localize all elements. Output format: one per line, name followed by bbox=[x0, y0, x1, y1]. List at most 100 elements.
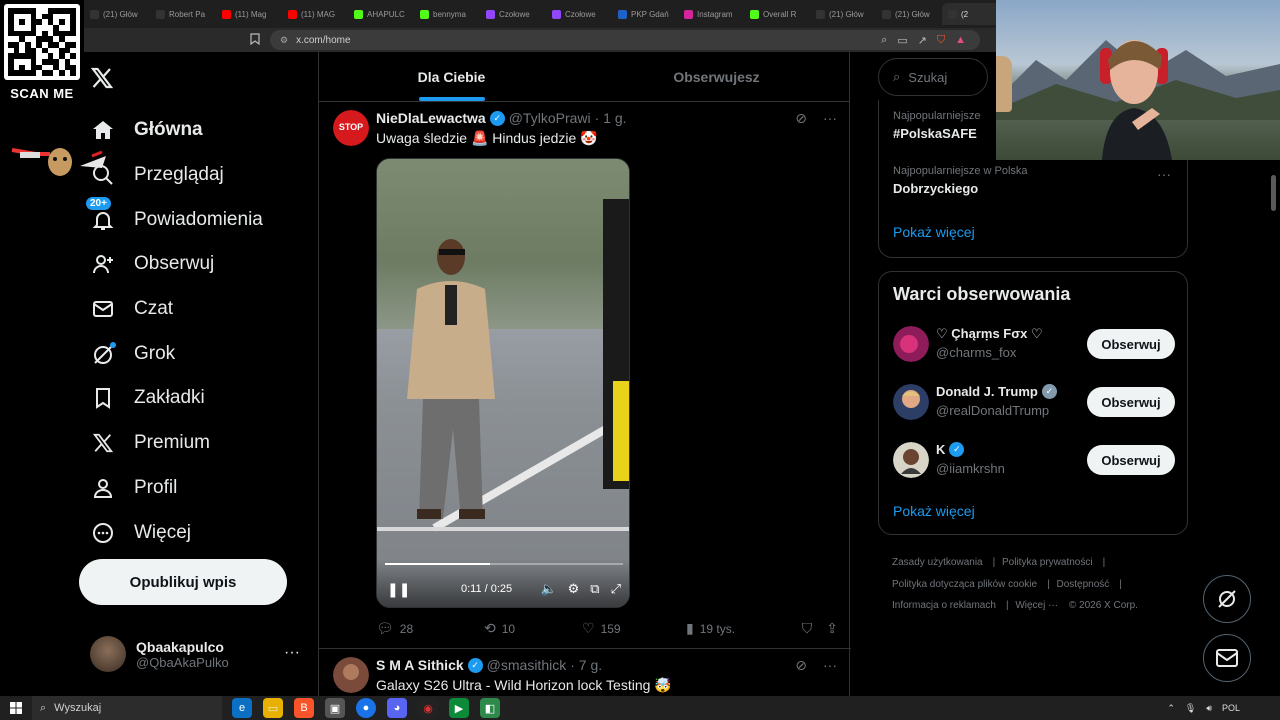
chevron-up-icon[interactable]: ⌃ bbox=[1167, 703, 1175, 714]
reply-button[interactable]: 💬︎ 28 bbox=[376, 620, 484, 637]
url-field[interactable]: ⚙ x.com/home ⌕ ▭ ↗ ⛉ ▲ bbox=[270, 30, 980, 50]
avatar[interactable] bbox=[893, 326, 929, 362]
follow-button[interactable]: Obserwuj bbox=[1087, 387, 1175, 417]
browser-tab[interactable]: (11) MAG bbox=[282, 3, 346, 25]
cast-icon[interactable]: ▭ bbox=[897, 34, 907, 47]
browser-tab[interactable]: (21) Głów bbox=[810, 3, 874, 25]
media-player-icon[interactable]: ▶ bbox=[449, 698, 469, 718]
tweet-time[interactable]: · 7 g. bbox=[570, 657, 602, 673]
more-icon[interactable]: ··· bbox=[823, 110, 837, 127]
sidebar-item-explore[interactable]: Przeglądaj bbox=[86, 153, 263, 198]
tweet-handle[interactable]: @TylkoPrawi bbox=[509, 110, 591, 126]
post-button[interactable]: Opublikuj wpis bbox=[79, 559, 287, 605]
bookmark-icon[interactable]: ⛉ bbox=[802, 620, 813, 637]
browser-tab[interactable]: Instagram bbox=[678, 3, 742, 25]
bookmark-icon[interactable] bbox=[250, 33, 260, 48]
scrollbar[interactable] bbox=[1271, 175, 1276, 211]
fullscreen-icon[interactable]: ⤢ bbox=[611, 581, 621, 597]
pip-icon[interactable]: ⧉ bbox=[590, 581, 599, 597]
avatar[interactable] bbox=[893, 442, 929, 478]
footer-link-ads[interactable]: Informacja o reklamach bbox=[892, 600, 996, 611]
tweet-handle[interactable]: @smasithick bbox=[487, 657, 567, 673]
video-progress[interactable] bbox=[385, 563, 623, 565]
sidebar-item-chat[interactable]: Czat bbox=[86, 287, 263, 332]
grok-icon[interactable]: ⊘ bbox=[795, 657, 807, 674]
more-icon[interactable]: ··· bbox=[284, 644, 300, 662]
app-icon[interactable]: ▣ bbox=[325, 698, 345, 718]
sidebar-item-grok[interactable]: Grok bbox=[86, 331, 263, 376]
grok-icon[interactable]: ⊘ bbox=[795, 110, 807, 127]
taskbar-search[interactable]: ⌕ Wyszukaj bbox=[32, 696, 222, 720]
sidebar-item-premium[interactable]: Premium bbox=[86, 421, 263, 466]
pause-icon[interactable]: ❚❚ bbox=[387, 581, 410, 598]
more-icon[interactable]: ··· bbox=[1157, 166, 1171, 182]
trend-item[interactable]: Najpopularniejsze #PolskaSAFE bbox=[893, 110, 980, 141]
follow-suggestion[interactable]: K ✓ @iiamkrshn Obserwuj bbox=[893, 440, 1175, 480]
follow-suggestion[interactable]: ♡ Çhąrṃs Fσx ♡ @charms_fox Obserwuj bbox=[893, 324, 1175, 364]
trend-item[interactable]: Najpopularniejsze w Polska Dobrzyckiego bbox=[893, 165, 1028, 196]
footer-link-more[interactable]: Więcej ··· bbox=[1015, 600, 1058, 611]
show-more-link[interactable]: Pokaż więcej bbox=[893, 503, 975, 519]
brave-shield-icon[interactable]: ⛉ bbox=[937, 34, 945, 47]
browser-tab[interactable]: PKP Gdań bbox=[612, 3, 676, 25]
views-button[interactable]: ▮ 19 tys. bbox=[686, 620, 796, 637]
grok-button[interactable] bbox=[1203, 575, 1251, 623]
brave-icon[interactable]: B bbox=[294, 698, 314, 718]
microphone-icon[interactable]: 🎙︎ bbox=[1185, 703, 1196, 714]
app-icon[interactable]: ◧ bbox=[480, 698, 500, 718]
footer-link-accessibility[interactable]: Dostępność bbox=[1056, 579, 1109, 590]
tweet-avatar[interactable]: STOP bbox=[333, 110, 369, 146]
repost-button[interactable]: ⟲ 10 bbox=[484, 620, 582, 637]
footer-link-privacy[interactable]: Polityka prywatności bbox=[1002, 557, 1093, 568]
browser-tab[interactable]: Robert Pa bbox=[150, 3, 214, 25]
windows-start-button[interactable] bbox=[0, 702, 32, 714]
sidebar-item-more[interactable]: Więcej bbox=[86, 510, 263, 555]
tweet-avatar[interactable] bbox=[333, 657, 369, 693]
video-player[interactable]: ❚❚ 0:11 / 0:25 🔈 ⚙ ⧉ ⤢ bbox=[376, 158, 630, 608]
browser-tab[interactable]: Czołowe bbox=[546, 3, 610, 25]
follow-button[interactable]: Obserwuj bbox=[1087, 329, 1175, 359]
search-input[interactable]: ⌕ Szukaj bbox=[878, 58, 988, 96]
browser-tab[interactable]: (21) Głów bbox=[84, 3, 148, 25]
browser-tab[interactable]: Overall R bbox=[744, 3, 808, 25]
zoom-icon[interactable]: ⌕ bbox=[881, 34, 887, 47]
browser-tab[interactable]: (11) Mag bbox=[216, 3, 280, 25]
sidebar-item-home[interactable]: Główna bbox=[86, 108, 263, 153]
like-button[interactable]: ♡ 159 bbox=[582, 620, 686, 637]
tab-for-you[interactable]: Dla Ciebie bbox=[319, 52, 584, 101]
browser-tab[interactable]: (21) Głów bbox=[876, 3, 940, 25]
sidebar-item-follow[interactable]: Obserwuj bbox=[86, 242, 263, 287]
tweet-time[interactable]: · 1 g. bbox=[595, 110, 627, 126]
more-icon[interactable]: ··· bbox=[823, 657, 837, 674]
language-indicator[interactable]: POL bbox=[1222, 703, 1240, 713]
messages-button[interactable] bbox=[1203, 634, 1251, 682]
edge-icon[interactable]: e bbox=[232, 698, 252, 718]
browser-tab[interactable]: AHAPULC bbox=[348, 3, 412, 25]
account-switcher[interactable]: Qbaakapulco @QbaAkaPulko ··· bbox=[90, 634, 300, 674]
discord-icon[interactable]: ◕ bbox=[387, 698, 407, 718]
tweet[interactable]: S M A Sithick ✓ @smasithick · 7 g. ⊘ ···… bbox=[319, 649, 851, 696]
avatar[interactable] bbox=[893, 384, 929, 420]
show-more-link[interactable]: Pokaż więcej bbox=[893, 224, 975, 240]
share-icon[interactable]: ↗ bbox=[918, 34, 927, 47]
sidebar-item-profile[interactable]: Profil bbox=[86, 466, 263, 511]
obs-icon[interactable]: ◉ bbox=[418, 698, 438, 718]
tweet-author[interactable]: S M A Sithick bbox=[376, 657, 464, 673]
volume-icon[interactable]: 🔈 bbox=[540, 581, 556, 597]
chrome-icon[interactable]: ● bbox=[356, 698, 376, 718]
brave-rewards-icon[interactable]: ▲ bbox=[955, 34, 966, 47]
tweet-author[interactable]: NieDlaLewactwa bbox=[376, 110, 486, 126]
footer-link-terms[interactable]: Zasady użytkowania bbox=[892, 557, 983, 568]
footer-link-cookies[interactable]: Polityka dotycząca plików cookie bbox=[892, 579, 1037, 590]
settings-icon[interactable]: ⚙ bbox=[568, 581, 580, 597]
follow-suggestion[interactable]: Donald J. Trump ✓ @realDonaldTrump Obserw… bbox=[893, 382, 1175, 422]
site-settings-icon[interactable]: ⚙ bbox=[280, 35, 288, 46]
follow-button[interactable]: Obserwuj bbox=[1087, 445, 1175, 475]
browser-tab[interactable]: bennyma bbox=[414, 3, 478, 25]
volume-icon[interactable]: 🔊︎ bbox=[1206, 703, 1212, 714]
browser-tab[interactable]: Czołowe bbox=[480, 3, 544, 25]
sidebar-item-bookmarks[interactable]: Zakładki bbox=[86, 376, 263, 421]
tab-following[interactable]: Obserwujesz bbox=[584, 52, 849, 101]
folder-icon[interactable]: ▭ bbox=[263, 698, 283, 718]
tweet[interactable]: STOP NieDlaLewactwa ✓ @TylkoPrawi · 1 g.… bbox=[319, 102, 851, 648]
